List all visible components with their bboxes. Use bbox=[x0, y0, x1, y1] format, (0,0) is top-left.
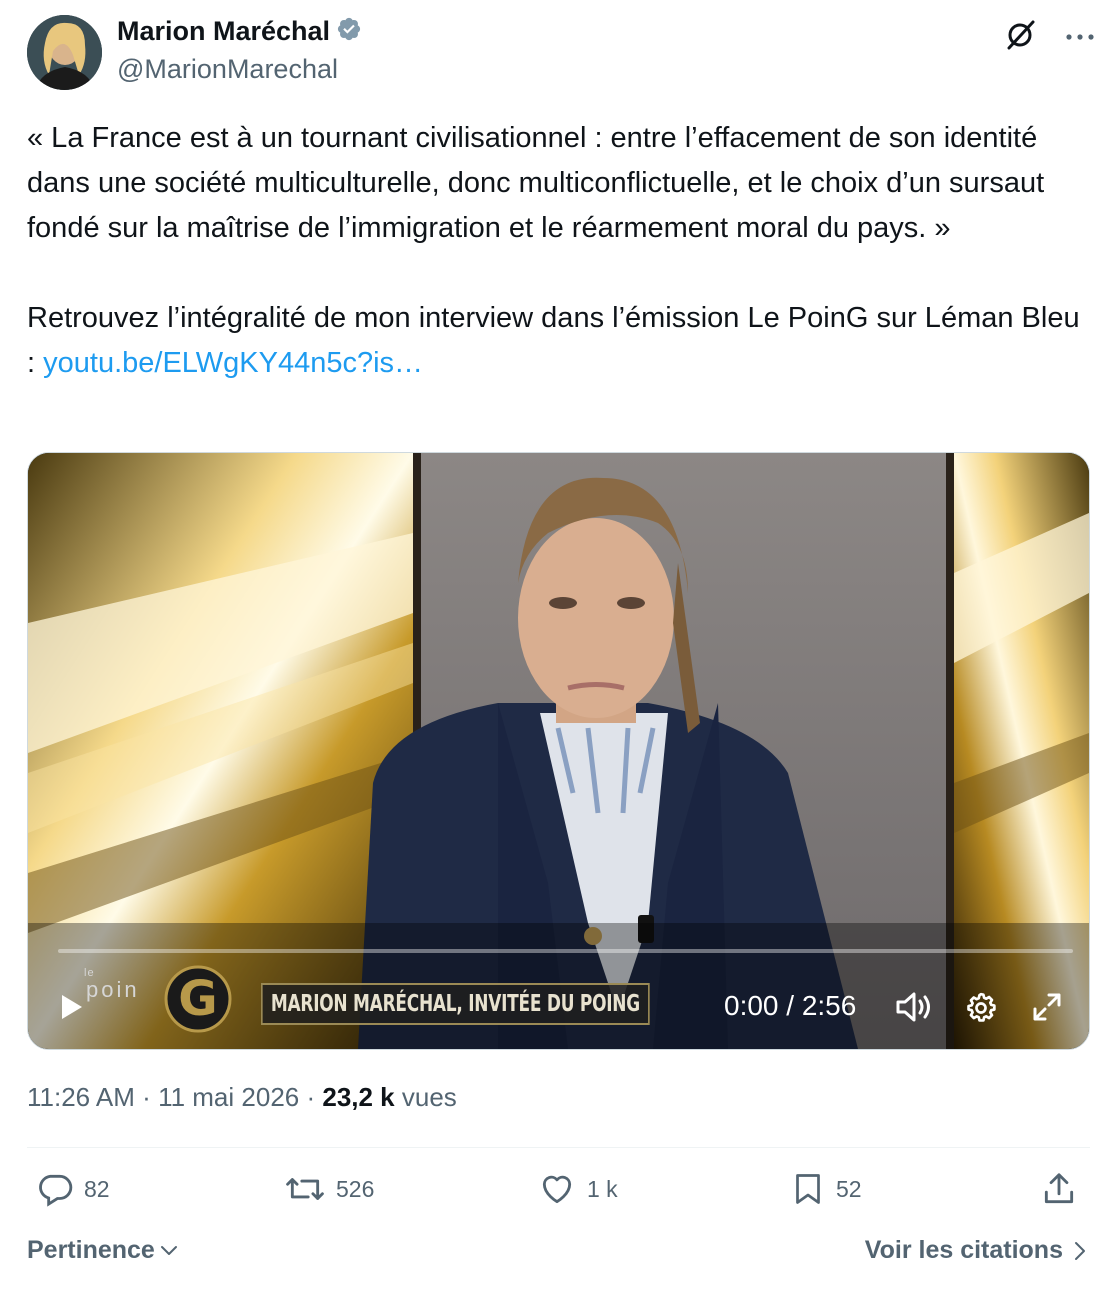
grok-icon[interactable] bbox=[1003, 18, 1037, 57]
video-player[interactable]: le poin G MARION MARÉCHAL, INVITÉE DU PO… bbox=[27, 452, 1090, 1050]
repost-icon bbox=[286, 1178, 324, 1200]
share-icon bbox=[1044, 1173, 1074, 1204]
tweet-action-bar: 82 526 1 k 52 bbox=[0, 1170, 1117, 1220]
tweet-date[interactable]: 11 mai 2026 bbox=[158, 1082, 299, 1112]
heart-icon bbox=[542, 1175, 572, 1204]
lower-third-caption: MARION MARÉCHAL, INVITÉE DU POING bbox=[261, 983, 650, 1025]
view-quotes-label: Voir les citations bbox=[864, 1236, 1063, 1264]
volume-icon[interactable] bbox=[894, 990, 934, 1029]
more-options-icon[interactable] bbox=[1065, 29, 1095, 47]
sort-replies-dropdown[interactable]: Pertinence bbox=[27, 1236, 179, 1265]
video-frame bbox=[28, 453, 1089, 1049]
view-count: 23,2 k bbox=[322, 1082, 395, 1112]
show-logo-text: poin bbox=[86, 977, 140, 1002]
reply-button[interactable]: 82 bbox=[36, 1170, 110, 1208]
meta-separator: · bbox=[306, 1082, 323, 1112]
chevron-right-icon bbox=[1075, 1241, 1085, 1260]
like-button[interactable]: 1 k bbox=[537, 1170, 618, 1208]
tweet-meta: 11:26 AM · 11 mai 2026 · 23,2 k vues bbox=[27, 1082, 457, 1113]
author-name-row[interactable]: Marion Maréchal bbox=[117, 16, 362, 47]
settings-gear-icon[interactable] bbox=[963, 990, 999, 1031]
author-name[interactable]: Marion Maréchal bbox=[117, 16, 330, 47]
tweet-link[interactable]: youtu.be/ELWgKY44n5c?is… bbox=[43, 347, 423, 379]
divider bbox=[27, 1147, 1090, 1148]
repost-count: 526 bbox=[336, 1175, 375, 1202]
fullscreen-icon[interactable] bbox=[1031, 991, 1063, 1028]
view-quotes-link[interactable]: Voir les citations bbox=[865, 1236, 1087, 1265]
bookmark-icon bbox=[796, 1174, 820, 1204]
chevron-down-icon bbox=[160, 1245, 177, 1255]
verified-badge-icon bbox=[336, 16, 362, 47]
avatar-image bbox=[27, 15, 102, 90]
reply-count: 82 bbox=[84, 1175, 110, 1202]
show-logo-emblem: G bbox=[164, 965, 232, 1038]
video-progress-bar[interactable] bbox=[58, 949, 1073, 953]
meta-separator: · bbox=[142, 1082, 159, 1112]
show-logo-letter: G bbox=[178, 971, 217, 1027]
views-label: vues bbox=[401, 1082, 457, 1112]
tweet-body: « La France est à un tournant civilisati… bbox=[27, 122, 1080, 379]
bookmark-count: 52 bbox=[836, 1175, 862, 1202]
repost-button[interactable]: 526 bbox=[284, 1170, 374, 1208]
like-count: 1 k bbox=[587, 1175, 618, 1202]
author-handle[interactable]: @MarionMarechal bbox=[117, 54, 338, 85]
bookmark-button[interactable]: 52 bbox=[790, 1170, 862, 1208]
share-button[interactable] bbox=[1040, 1170, 1078, 1208]
sort-label: Pertinence bbox=[27, 1236, 155, 1264]
reply-icon bbox=[39, 1174, 73, 1207]
tweet-text: « La France est à un tournant civilisati… bbox=[27, 116, 1092, 386]
tweet-top-actions bbox=[1003, 18, 1095, 57]
avatar[interactable] bbox=[27, 15, 102, 90]
tweet-time[interactable]: 11:26 AM bbox=[27, 1082, 135, 1112]
play-icon[interactable] bbox=[60, 993, 84, 1026]
video-timecode: 0:00 / 2:56 bbox=[724, 990, 857, 1021]
